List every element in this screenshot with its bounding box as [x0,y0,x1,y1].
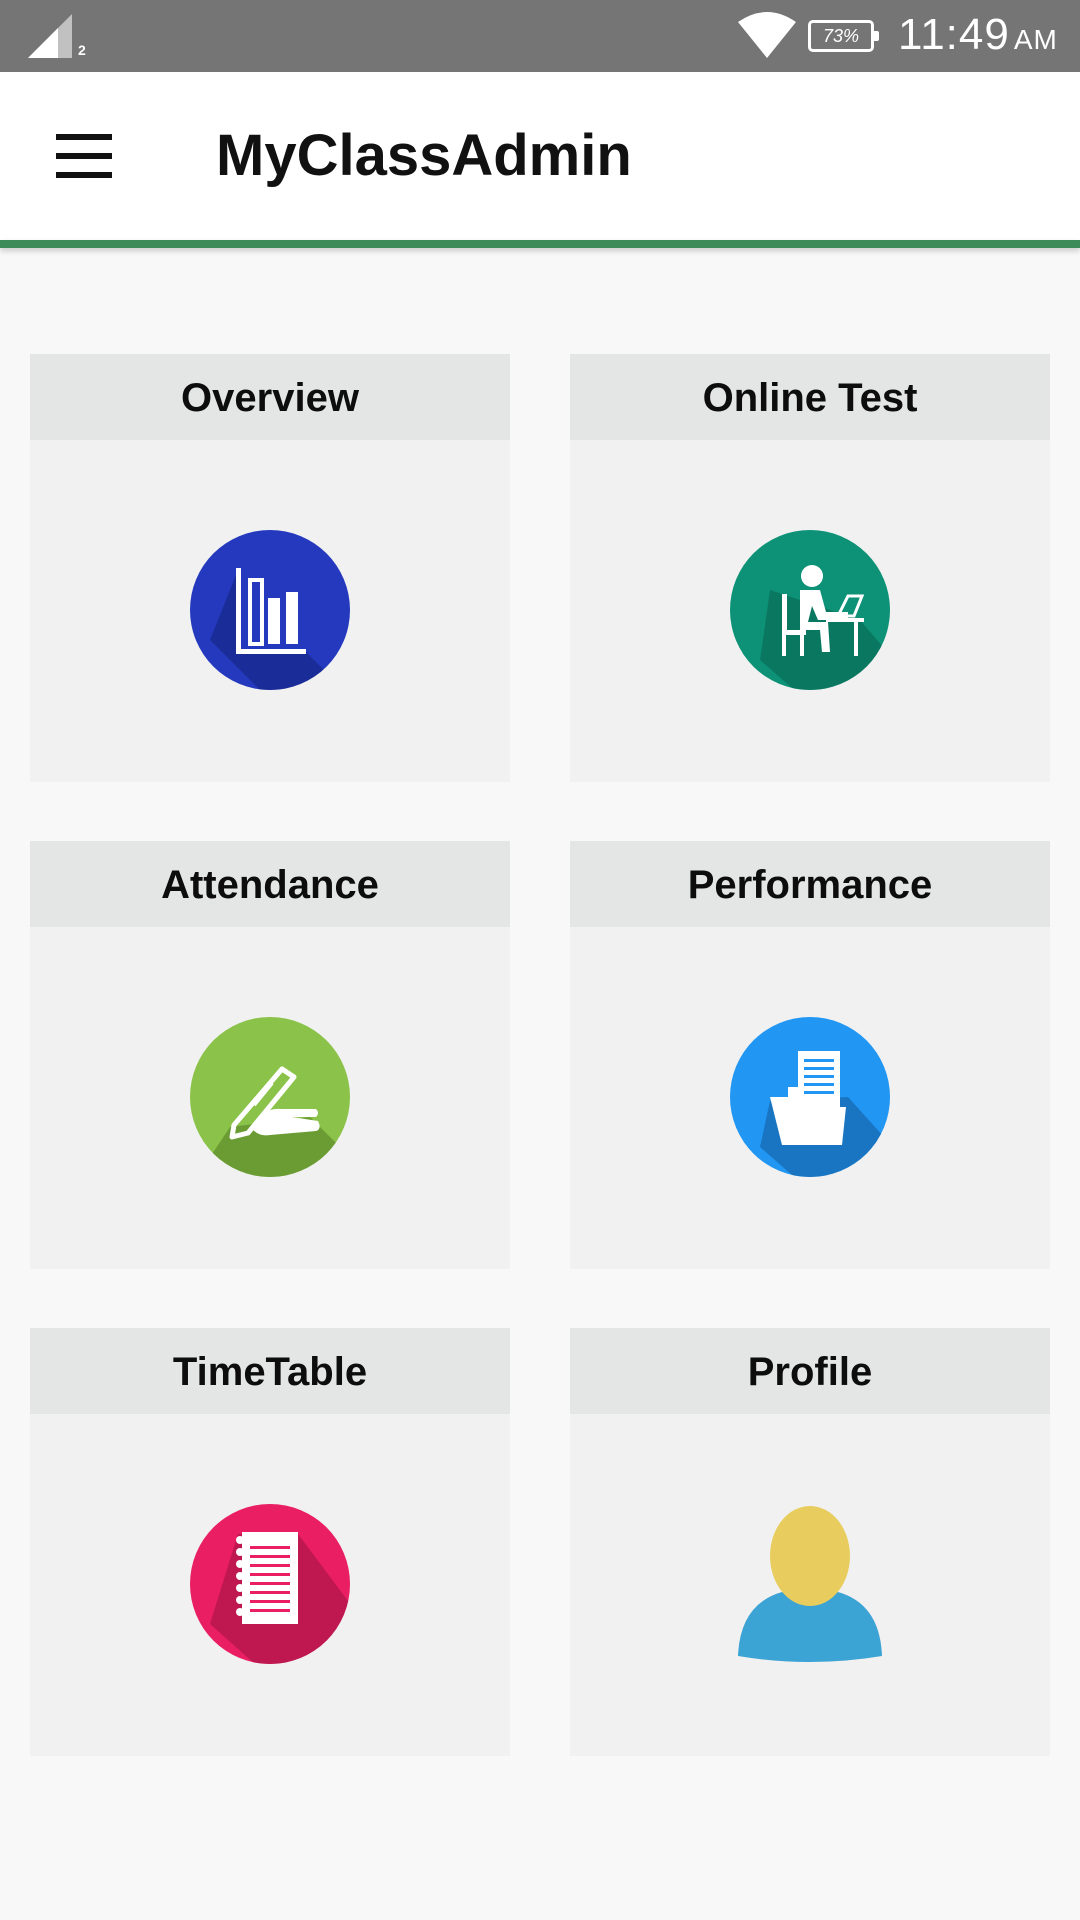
status-bar: 2 73% 11:49 AM [0,0,1080,72]
attendance-card-title: Attendance [30,841,510,927]
signal-sim-label: 2 [78,42,86,58]
bar-chart-icon [190,530,350,690]
performance-card-title: Performance [570,841,1050,927]
overview-card-title: Overview [30,354,510,440]
battery-level: 73% [822,26,860,46]
wifi-icon [738,12,796,58]
profile-card-title: Profile [570,1328,1050,1414]
timetable-card[interactable]: TimeTable [30,1328,510,1756]
app-bar-accent-line [0,240,1080,248]
student-at-desk-icon [730,530,890,690]
online-test-card[interactable]: Online Test [570,354,1050,782]
app-title: MyClassAdmin [216,123,632,188]
clock-ampm: AM [1013,24,1058,55]
profile-card[interactable]: Profile [570,1328,1050,1756]
status-clock: 11:49 AM [898,10,1058,60]
performance-card[interactable]: Performance [570,841,1050,1269]
document-folder-icon [730,1017,890,1177]
timetable-card-title: TimeTable [30,1328,510,1414]
hand-writing-icon [190,1017,350,1177]
cell-signal-icon [28,14,72,58]
notebook-icon [190,1504,350,1664]
attendance-card[interactable]: Attendance [30,841,510,1269]
menu-button[interactable] [40,124,130,188]
overview-card[interactable]: Overview [30,354,510,782]
app-bar: MyClassAdmin [0,72,1080,240]
clock-time: 11:49 [898,10,1010,59]
battery-icon: 73% [808,20,879,52]
online-test-card-title: Online Test [570,354,1050,440]
user-avatar-icon [730,1504,890,1664]
